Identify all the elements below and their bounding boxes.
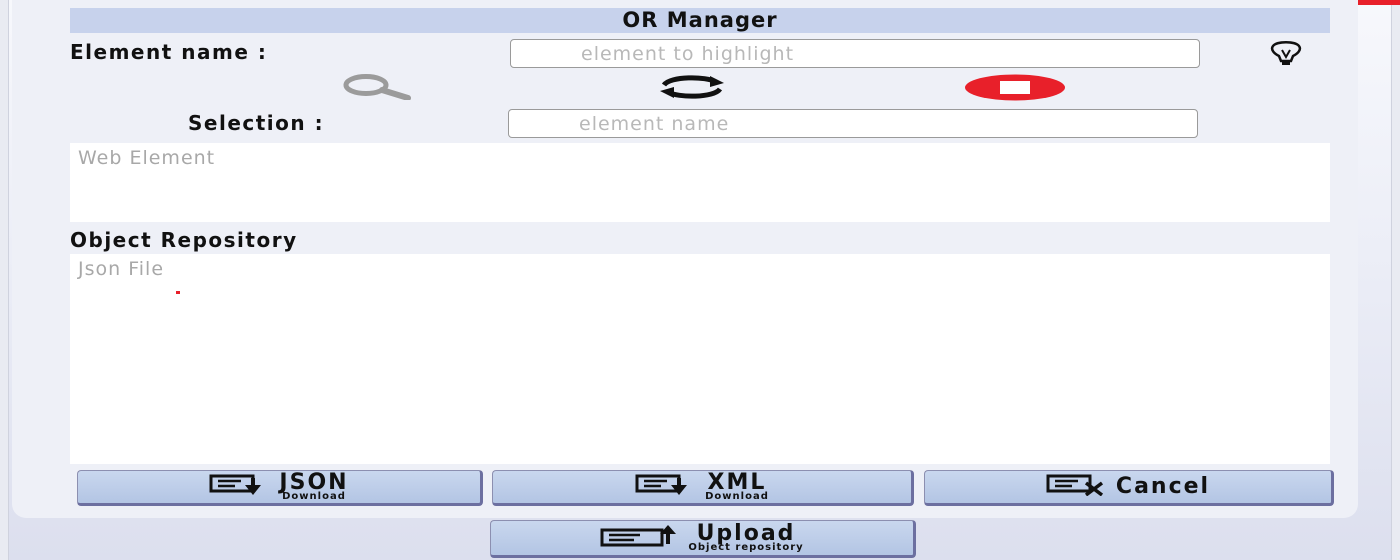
element-name-input[interactable] xyxy=(510,39,1200,68)
json-button-sublabel: Download xyxy=(282,491,346,502)
xml-download-button[interactable]: XML Download xyxy=(492,470,914,506)
object-repository-textarea[interactable] xyxy=(70,254,1330,464)
window-frame-left xyxy=(0,0,9,560)
clear-icon xyxy=(1046,474,1108,500)
json-download-button[interactable]: JSON Download xyxy=(77,470,483,506)
upload-button[interactable]: Upload Object repository xyxy=(490,520,916,558)
upload-icon xyxy=(600,524,680,552)
upload-button-sublabel: Object repository xyxy=(688,542,804,553)
text-cursor-marker xyxy=(176,291,180,294)
xml-button-sublabel: Download xyxy=(705,491,769,502)
cancel-button[interactable]: Cancel xyxy=(924,470,1334,506)
web-element-textarea[interactable] xyxy=(70,143,1330,222)
search-icon[interactable] xyxy=(336,74,412,101)
cancel-button-label: Cancel xyxy=(1115,474,1211,499)
selection-label: Selection : xyxy=(188,111,325,135)
page-title: OR Manager xyxy=(70,8,1330,33)
download-icon xyxy=(209,474,271,500)
download-icon xyxy=(635,474,697,500)
stop-icon[interactable] xyxy=(964,74,1066,101)
window-frame-right xyxy=(1391,0,1400,560)
refresh-icon[interactable] xyxy=(656,74,728,100)
object-repository-label: Object Repository xyxy=(70,228,298,252)
lightbulb-icon[interactable] xyxy=(1262,40,1310,68)
selection-input[interactable] xyxy=(508,109,1198,138)
element-name-label: Element name : xyxy=(70,40,268,64)
